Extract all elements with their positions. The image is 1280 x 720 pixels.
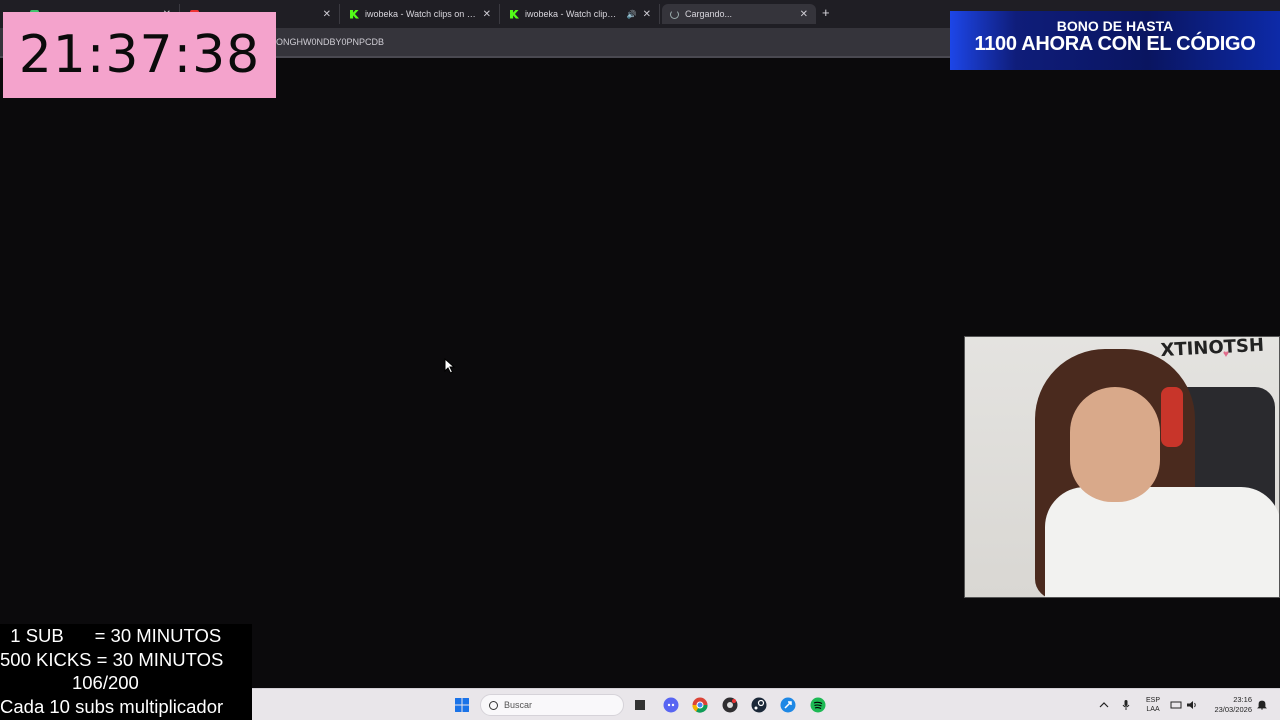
bonus-line-2: 1100 AHORA CON EL CÓDIGO [974,33,1256,55]
headset-icon [1161,387,1183,447]
clock-date: 23/03/2026 [1214,705,1252,714]
mouse-cursor-icon [444,358,456,374]
lang-line-2: LAA [1146,706,1160,713]
windows-start-icon[interactable] [454,697,470,713]
obs-icon[interactable] [722,697,738,713]
rule-multiplier: Cada 10 subs multiplicador [0,695,224,717]
stream-timer: 21:37:38 [3,12,276,98]
webcam-feed: XTINOTSH ♥ [964,336,1280,598]
close-icon[interactable]: ✕ [800,9,808,20]
chevron-up-icon[interactable] [1098,699,1110,711]
tab-5-active[interactable]: Cargando... ✕ [662,4,816,24]
tab-4-title: iwobeka - Watch clips on K [525,9,621,19]
network-icon[interactable] [1170,699,1182,711]
bonus-banner: BONO DE HASTA 1100 AHORA CON EL CÓDIGO [950,11,1280,70]
close-icon[interactable]: ✕ [323,9,331,20]
rule-kicks: 500 KICKS = 30 MINUTOS [0,648,224,670]
speaker-icon[interactable]: 🔊 [627,10,637,19]
input-language[interactable]: ESP LAA [1146,696,1160,714]
subathon-rules: 1 SUB = 30 MINUTOS 500 KICKS = 30 MINUTO… [0,624,252,720]
task-view-icon[interactable] [632,697,648,713]
steam-icon[interactable] [751,697,767,713]
chrome-icon[interactable] [692,697,708,713]
spotify-icon[interactable] [810,697,826,713]
discord-icon[interactable] [663,697,679,713]
loading-icon [670,9,679,19]
clock-time: 23:16 [1233,695,1252,704]
lang-line-1: ESP [1146,697,1161,704]
search-icon [489,700,498,710]
app-icon[interactable] [780,697,796,713]
streamer-shirt [1045,487,1279,597]
taskbar: Buscar ESP LAA 23:16 23/03/2026 [252,688,1280,720]
new-tab-button[interactable]: + [822,6,830,20]
bonus-line-1: BONO DE HASTA [1056,18,1174,34]
tab-3-title: iwobeka - Watch clips on Kick [365,9,477,19]
sub-goal-progress: 106/200 [0,672,139,693]
url-text[interactable]: ONGHW0NDBY0PNPCDB [276,37,384,47]
close-icon[interactable]: ✕ [643,9,651,20]
tab-3[interactable]: iwobeka - Watch clips on Kick ✕ [342,4,500,24]
heart-icon: ♥ [1223,349,1229,360]
streamer-face [1070,387,1160,502]
screen: ✕ ✕ iwobeka - Watch clips on Kick ✕ iwob… [0,0,1280,720]
tab-5-title: Cargando... [685,9,733,19]
kick-icon [350,9,359,19]
close-icon[interactable]: ✕ [483,9,491,20]
volume-icon[interactable] [1186,699,1198,711]
taskbar-search[interactable]: Buscar [480,694,624,716]
rule-sub: 1 SUB = 30 MINUTOS [0,625,222,646]
microphone-icon[interactable] [1120,699,1132,711]
notification-bell-icon[interactable] [1256,699,1268,711]
system-clock[interactable]: 23:16 23/03/2026 [1210,695,1252,715]
kick-icon [510,9,519,19]
tab-4[interactable]: iwobeka - Watch clips on K 🔊 ✕ [502,4,660,24]
search-placeholder: Buscar [504,700,533,710]
